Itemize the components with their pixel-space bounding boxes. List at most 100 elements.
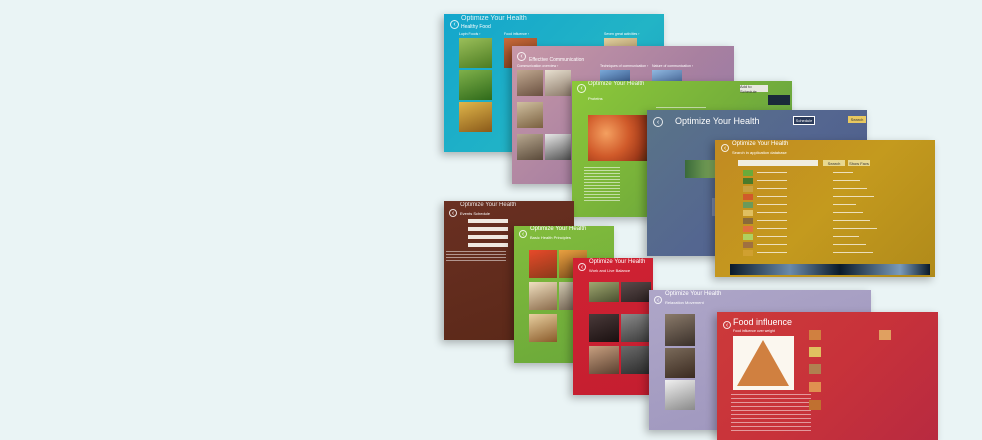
food-pyramid-image [733, 336, 794, 390]
form-field[interactable] [468, 219, 508, 223]
result-text [833, 244, 866, 245]
result-text [757, 188, 787, 189]
page-title: Food influence [733, 317, 793, 327]
result-text [833, 236, 859, 237]
search-input[interactable] [738, 160, 818, 166]
back-arrow-icon[interactable]: ‹ [450, 20, 459, 29]
people-tile[interactable] [517, 102, 543, 128]
search-result-row[interactable] [743, 186, 923, 194]
result-thumbnail [743, 170, 753, 176]
show-favs-button[interactable]: Show Favs [848, 160, 870, 166]
food-tile[interactable] [459, 102, 492, 132]
result-text [833, 204, 856, 205]
group-nature[interactable]: Nature of communication › [652, 64, 693, 68]
form-field[interactable] [468, 227, 508, 231]
app-title: Optimize Your Health [588, 81, 645, 87]
schedule-button[interactable]: Schedule [793, 116, 815, 125]
page-subtitle: Relaxation Movement [665, 300, 704, 305]
search-result-row[interactable] [743, 210, 923, 218]
work-tile[interactable] [621, 282, 651, 302]
food-thumb[interactable] [809, 347, 821, 357]
food-pyramid [737, 340, 789, 386]
back-arrow-icon[interactable]: ‹ [654, 296, 662, 304]
search-result-row[interactable] [743, 202, 923, 210]
people-tile[interactable] [517, 70, 543, 96]
work-tile[interactable] [589, 346, 619, 374]
result-text [757, 244, 787, 245]
search-result-row[interactable] [743, 170, 923, 178]
back-arrow-icon[interactable]: ‹ [519, 230, 527, 238]
search-result-row[interactable] [743, 234, 923, 242]
result-text [757, 236, 787, 237]
app-title: Optimize Your Health [530, 226, 587, 232]
relax-tile[interactable] [665, 314, 695, 346]
search-result-row[interactable] [743, 178, 923, 186]
screen-food-influence: ‹ Food influence Food influence over wei… [717, 312, 938, 440]
form-field[interactable] [468, 243, 508, 247]
logo-icon [768, 95, 790, 105]
food-thumb[interactable] [879, 330, 891, 340]
food-thumb[interactable] [809, 382, 821, 392]
food-thumb[interactable] [809, 400, 821, 410]
food-thumb[interactable] [809, 330, 821, 340]
result-text [833, 220, 870, 221]
result-text [833, 172, 853, 173]
result-thumbnail [743, 242, 753, 248]
app-title: Optimize Your Health [461, 15, 527, 22]
search-button[interactable]: Search [823, 160, 845, 166]
result-text [833, 180, 860, 181]
result-text [833, 252, 873, 253]
group-overview[interactable]: Communication overview › [517, 64, 558, 68]
search-result-row[interactable] [743, 194, 923, 202]
group-activities[interactable]: Seven great activities › [604, 32, 639, 36]
health-tile[interactable] [529, 314, 557, 342]
app-title: Optimize Your Health [665, 291, 722, 297]
back-arrow-icon[interactable]: ‹ [517, 52, 526, 61]
health-tile[interactable] [529, 250, 557, 278]
work-tile[interactable] [621, 346, 651, 374]
search-result-row[interactable] [743, 250, 923, 258]
food-tile[interactable] [459, 38, 492, 68]
form-field[interactable] [468, 235, 508, 239]
back-arrow-icon[interactable]: ‹ [449, 209, 457, 217]
search-button[interactable]: Search [848, 116, 866, 123]
form-text [446, 251, 506, 261]
result-text [757, 252, 787, 253]
food-thumb[interactable] [809, 364, 821, 374]
group-techniques[interactable]: Techniques of communication › [600, 64, 648, 68]
search-result-row[interactable] [743, 218, 923, 226]
group-lupin[interactable]: Lupin Foods › [459, 32, 480, 36]
add-to-schedule-button[interactable]: Add to Schedule [740, 84, 768, 94]
result-text [833, 196, 874, 197]
back-arrow-icon[interactable]: ‹ [578, 263, 586, 271]
back-arrow-icon[interactable]: ‹ [723, 321, 731, 329]
relax-tile[interactable] [665, 380, 695, 410]
result-text [757, 180, 787, 181]
back-arrow-icon[interactable]: ‹ [721, 144, 729, 152]
result-text [757, 212, 787, 213]
result-thumbnail [743, 194, 753, 200]
health-tile[interactable] [529, 282, 557, 310]
page-subtitle: Work and Live Balance [589, 268, 631, 273]
page-title: Effective Communication [529, 57, 585, 63]
group-food-influence[interactable]: Food influence › [504, 32, 529, 36]
search-result-row[interactable] [743, 226, 923, 234]
back-arrow-icon[interactable]: ‹ [653, 117, 663, 127]
result-thumbnail [743, 250, 753, 256]
work-tile[interactable] [621, 314, 651, 342]
result-text [757, 204, 787, 205]
work-tile[interactable] [589, 314, 619, 342]
screen-work-life: ‹ Optimize Your Health Work and Live Bal… [573, 258, 653, 395]
back-arrow-icon[interactable]: ‹ [577, 84, 586, 93]
result-text [833, 228, 877, 229]
search-result-row[interactable] [743, 242, 923, 250]
result-text [833, 212, 863, 213]
people-tile[interactable] [545, 70, 571, 96]
food-tile[interactable] [459, 70, 492, 100]
relax-tile[interactable] [665, 348, 695, 378]
result-thumbnail [743, 218, 753, 224]
work-tile[interactable] [589, 282, 619, 302]
people-tile[interactable] [517, 134, 543, 160]
people-tile[interactable] [545, 134, 571, 160]
app-title: Optimize Your Health [460, 202, 517, 208]
